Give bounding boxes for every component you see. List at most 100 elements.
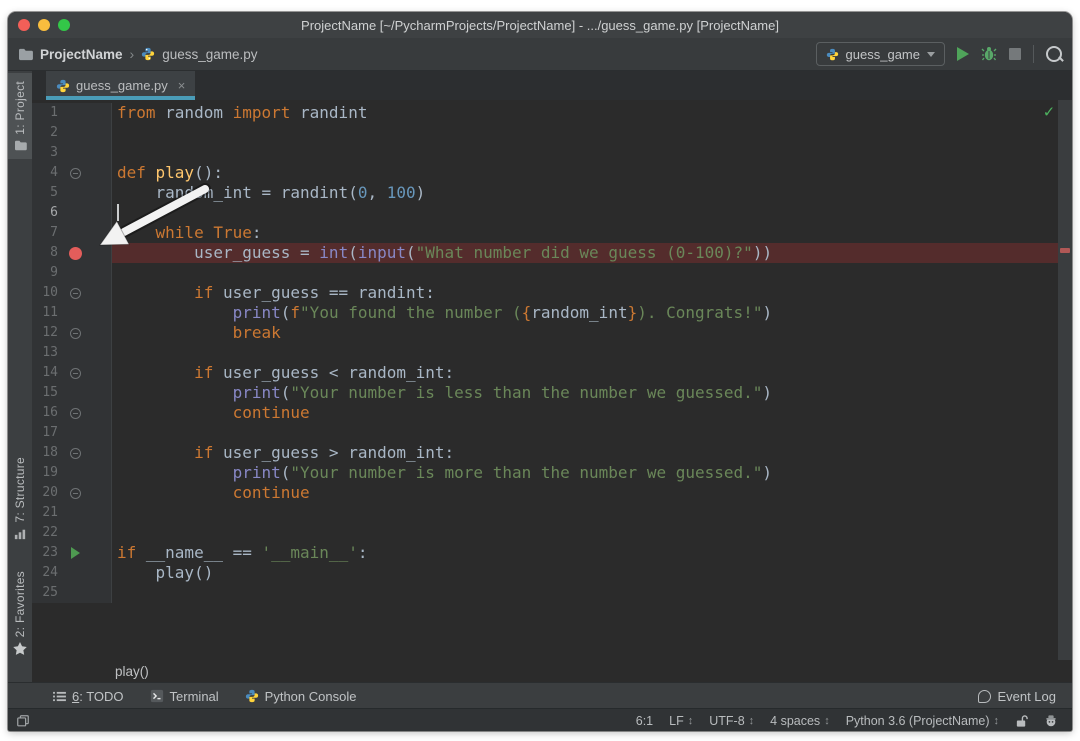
line-number[interactable]: 2 [32, 123, 58, 143]
code-text[interactable] [112, 123, 1072, 143]
run-button[interactable] [957, 47, 969, 61]
fold-marker-icon[interactable] [69, 287, 81, 299]
line-number[interactable]: 23 [32, 543, 58, 563]
code-text[interactable] [112, 143, 1072, 163]
close-window-button[interactable] [18, 19, 30, 31]
toolwindow-button-todo[interactable]: 6: TODO [53, 689, 124, 704]
hector-inspector-icon[interactable] [1044, 714, 1058, 728]
code-text[interactable]: print(f"You found the number ({random_in… [112, 303, 1072, 323]
gutter[interactable]: 18 [32, 443, 112, 463]
fold-marker-icon[interactable] [69, 327, 81, 339]
fold-marker-icon[interactable] [69, 407, 81, 419]
gutter[interactable]: 21 [32, 503, 112, 523]
breadcrumb-function[interactable]: play() [115, 664, 149, 679]
stripe-button-structure[interactable]: 7: Structure [8, 449, 32, 548]
toolwindow-button-python-console[interactable]: Python Console [245, 689, 356, 704]
code-text[interactable]: if user_guess > random_int: [112, 443, 1072, 463]
line-number[interactable]: 21 [32, 503, 58, 523]
line-number[interactable]: 10 [32, 283, 58, 303]
line-number[interactable]: 8 [32, 243, 58, 263]
status-widget-utf-8[interactable]: UTF-8 ↕ [709, 714, 754, 728]
minimize-window-button[interactable] [38, 19, 50, 31]
run-configuration-select[interactable]: guess_game [815, 42, 945, 66]
breadcrumb-file[interactable]: guess_game.py [162, 47, 257, 62]
gutter[interactable]: 10 [32, 283, 112, 303]
gutter[interactable]: 12 [32, 323, 112, 343]
code-editor[interactable]: 1 from random import randint 2 3 4 def play()… [32, 100, 1072, 660]
gutter[interactable]: 1 [32, 103, 112, 123]
code-text[interactable] [112, 343, 1072, 363]
gutter[interactable]: 11 [32, 303, 112, 323]
code-text[interactable]: print("Your number is more than the numb… [112, 463, 1072, 483]
line-number[interactable]: 25 [32, 583, 58, 603]
fold-marker-icon[interactable] [69, 367, 81, 379]
gutter[interactable]: 15 [32, 383, 112, 403]
gutter[interactable]: 20 [32, 483, 112, 503]
editor-tab-guess-game[interactable]: guess_game.py × [46, 71, 196, 100]
line-number[interactable]: 13 [32, 343, 58, 363]
search-everywhere-icon[interactable] [1046, 46, 1062, 62]
line-number[interactable]: 1 [32, 103, 58, 123]
line-number[interactable]: 18 [32, 443, 58, 463]
code-text[interactable]: print("Your number is less than the numb… [112, 383, 1072, 403]
line-number[interactable]: 24 [32, 563, 58, 583]
toggle-toolwindows-icon[interactable] [16, 714, 30, 728]
code-text[interactable]: play() [112, 563, 1072, 583]
line-number[interactable]: 5 [32, 183, 58, 203]
gutter[interactable]: 14 [32, 363, 112, 383]
breadcrumb-project[interactable]: ProjectName [40, 47, 123, 62]
status-widget-4-spaces[interactable]: 4 spaces ↕ [770, 714, 830, 728]
code-text[interactable] [112, 503, 1072, 523]
code-text[interactable]: def play(): [112, 163, 1072, 183]
line-number[interactable]: 19 [32, 463, 58, 483]
zoom-window-button[interactable] [58, 19, 70, 31]
code-text[interactable] [112, 583, 1072, 603]
gutter[interactable]: 9 [32, 263, 112, 283]
code-text[interactable]: if user_guess < random_int: [112, 363, 1072, 383]
gutter[interactable]: 22 [32, 523, 112, 543]
debug-bug-icon[interactable] [981, 46, 997, 62]
status-widget-python-3-6-projectname-[interactable]: Python 3.6 (ProjectName) ↕ [846, 714, 999, 728]
gutter[interactable]: 4 [32, 163, 112, 183]
gutter[interactable]: 16 [32, 403, 112, 423]
code-text[interactable]: while True: [112, 223, 1072, 243]
gutter[interactable]: 13 [32, 343, 112, 363]
caret-position-widget[interactable]: 6:1 [636, 714, 653, 728]
code-text[interactable]: user_guess = int(input("What number did … [112, 243, 1072, 263]
unlock-icon[interactable] [1015, 714, 1028, 728]
code-text[interactable]: random_int = randint(0, 100) [112, 183, 1072, 203]
breakpoint-icon[interactable] [68, 246, 82, 260]
code-text[interactable] [112, 203, 1072, 223]
close-icon[interactable]: × [178, 78, 186, 93]
status-widget-lf[interactable]: LF ↕ [669, 714, 693, 728]
fold-marker-icon[interactable] [69, 487, 81, 499]
line-number[interactable]: 4 [32, 163, 58, 183]
event-log-button[interactable]: Event Log [978, 689, 1056, 704]
editor-scrollbar[interactable] [1058, 100, 1072, 660]
line-number[interactable]: 14 [32, 363, 58, 383]
line-number[interactable]: 6 [32, 203, 58, 223]
gutter[interactable]: 3 [32, 143, 112, 163]
line-number[interactable]: 12 [32, 323, 58, 343]
gutter[interactable]: 2 [32, 123, 112, 143]
line-number[interactable]: 16 [32, 403, 58, 423]
line-number[interactable]: 11 [32, 303, 58, 323]
fold-marker-icon[interactable] [69, 447, 81, 459]
line-number[interactable]: 7 [32, 223, 58, 243]
line-number[interactable]: 3 [32, 143, 58, 163]
gutter[interactable]: 23 [32, 543, 112, 563]
line-number[interactable]: 15 [32, 383, 58, 403]
code-text[interactable]: from random import randint [112, 103, 1072, 123]
line-number[interactable]: 22 [32, 523, 58, 543]
line-number[interactable]: 20 [32, 483, 58, 503]
code-text[interactable]: continue [112, 483, 1072, 503]
gutter[interactable]: 17 [32, 423, 112, 443]
line-number[interactable]: 17 [32, 423, 58, 443]
code-text[interactable] [112, 263, 1072, 283]
code-text[interactable] [112, 423, 1072, 443]
stripe-button-favorites[interactable]: 2: Favorites [8, 563, 32, 663]
run-gutter-icon[interactable] [70, 547, 80, 559]
code-text[interactable]: if __name__ == '__main__': [112, 543, 1072, 563]
gutter[interactable]: 8 [32, 243, 112, 263]
toolwindow-button-terminal[interactable]: Terminal [150, 689, 219, 704]
